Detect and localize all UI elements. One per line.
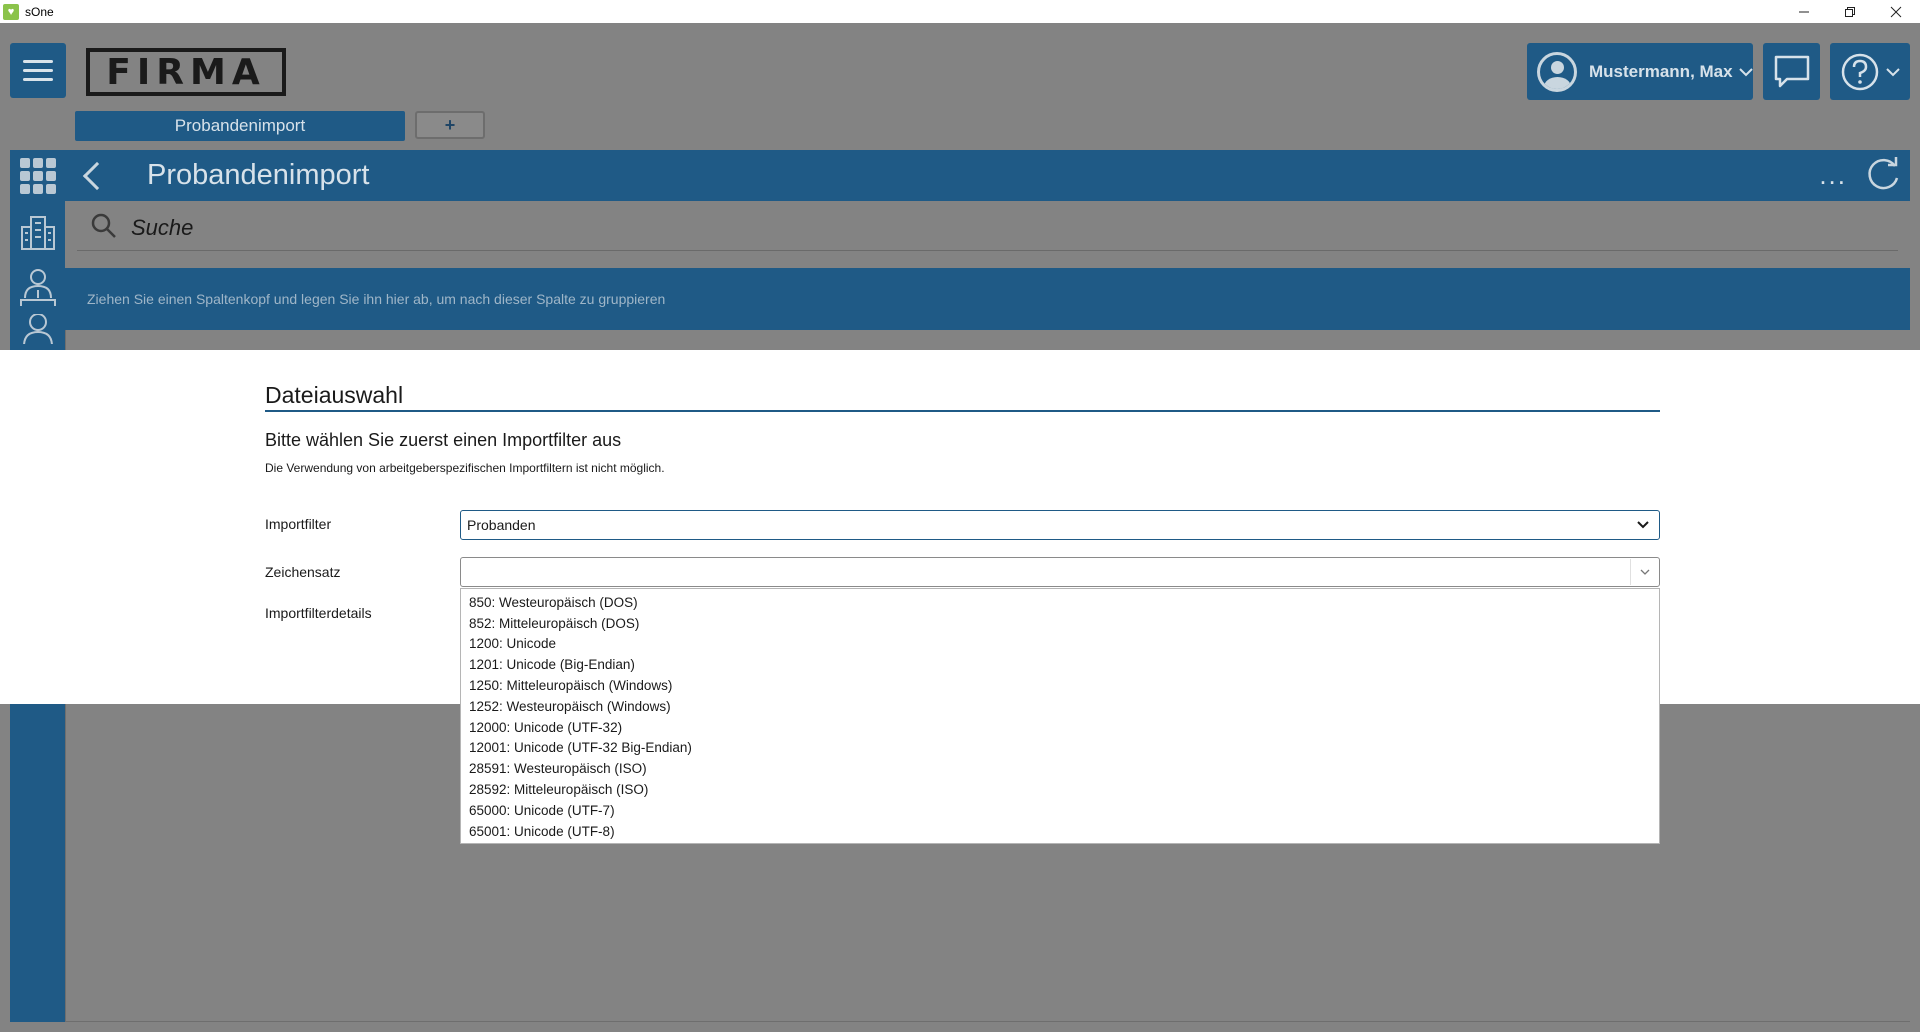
company-logo: FIRMA: [86, 48, 286, 96]
org-person-icon[interactable]: [18, 268, 58, 308]
hamburger-menu-button[interactable]: [10, 43, 66, 98]
help-menu-button[interactable]: [1830, 43, 1910, 100]
dialog-note: Die Verwendung von arbeitgeberspezifisch…: [265, 461, 665, 475]
chevron-down-icon: [1637, 521, 1649, 529]
zeichensatz-label: Zeichensatz: [265, 564, 341, 580]
chat-button[interactable]: [1763, 43, 1820, 100]
charset-option[interactable]: 852: Mitteleuropäisch (DOS): [461, 613, 1659, 634]
importfilter-details-label: Importfilterdetails: [265, 605, 372, 621]
help-icon: [1841, 53, 1879, 90]
chevron-down-icon: [1640, 569, 1649, 575]
importfilter-select[interactable]: Probanden: [460, 510, 1660, 540]
back-arrow-icon[interactable]: [82, 161, 112, 190]
charset-option[interactable]: 850: Westeuropäisch (DOS): [461, 592, 1659, 613]
charset-option[interactable]: 28591: Westeuropäisch (ISO): [461, 758, 1659, 779]
dialog-title: Dateiauswahl: [265, 382, 404, 408]
page-header: Probandenimport ...: [65, 150, 1910, 201]
charset-option[interactable]: 1252: Westeuropäisch (Windows): [461, 696, 1659, 717]
charset-option[interactable]: 1201: Unicode (Big-Endian): [461, 654, 1659, 675]
restore-icon[interactable]: [1827, 0, 1873, 23]
tab-probandenimport[interactable]: Probandenimport: [75, 111, 405, 141]
building-icon[interactable]: [18, 212, 58, 252]
charset-option[interactable]: 1250: Mitteleuropäisch (Windows): [461, 675, 1659, 696]
apps-grid-icon[interactable]: [18, 156, 58, 196]
chevron-down-icon: [1738, 64, 1753, 80]
page-title: Probandenimport: [147, 159, 370, 191]
app-logo-icon: ♥: [3, 3, 19, 20]
window-title: sOne: [25, 4, 54, 19]
search-input[interactable]: Suche: [131, 215, 193, 241]
group-by-drop-area[interactable]: Ziehen Sie einen Spaltenkopf und legen S…: [65, 268, 1910, 330]
user-menu-button[interactable]: Mustermann, Max: [1527, 43, 1753, 100]
dialog-title-divider: [265, 410, 1660, 412]
importfilter-label: Importfilter: [265, 516, 332, 532]
zeichensatz-select[interactable]: [460, 557, 1660, 587]
charset-option[interactable]: 12001: Unicode (UTF-32 Big-Endian): [461, 738, 1659, 759]
person-icon[interactable]: [18, 314, 58, 344]
dropdown-toggle[interactable]: [1630, 559, 1658, 585]
charset-option[interactable]: 12000: Unicode (UTF-32): [461, 717, 1659, 738]
charset-option[interactable]: 65001: Unicode (UTF-8): [461, 821, 1659, 842]
chevron-down-icon: [1886, 67, 1900, 76]
close-icon[interactable]: [1873, 0, 1919, 23]
charset-option[interactable]: 65000: Unicode (UTF-7): [461, 800, 1659, 821]
window-titlebar: ♥ sOne: [0, 0, 1920, 23]
dialog-subtitle: Bitte wählen Sie zuerst einen Importfilt…: [265, 430, 622, 450]
avatar-icon: [1537, 51, 1577, 92]
charset-dropdown-list: 850: Westeuropäisch (DOS) 852: Mitteleur…: [460, 588, 1660, 844]
charset-option[interactable]: 28592: Mitteleuropäisch (ISO): [461, 779, 1659, 800]
refresh-icon[interactable]: [1864, 156, 1902, 194]
search-icon: [91, 213, 116, 238]
add-tab-button[interactable]: +: [415, 111, 485, 139]
importfilter-value: Probanden: [467, 517, 536, 533]
more-options-icon[interactable]: ...: [1819, 160, 1847, 191]
charset-option[interactable]: 1200: Unicode: [461, 634, 1659, 655]
search-bar[interactable]: Suche: [65, 201, 1910, 261]
chat-icon: [1774, 55, 1809, 87]
user-name: Mustermann, Max: [1589, 61, 1733, 81]
minimize-icon[interactable]: [1781, 0, 1827, 23]
